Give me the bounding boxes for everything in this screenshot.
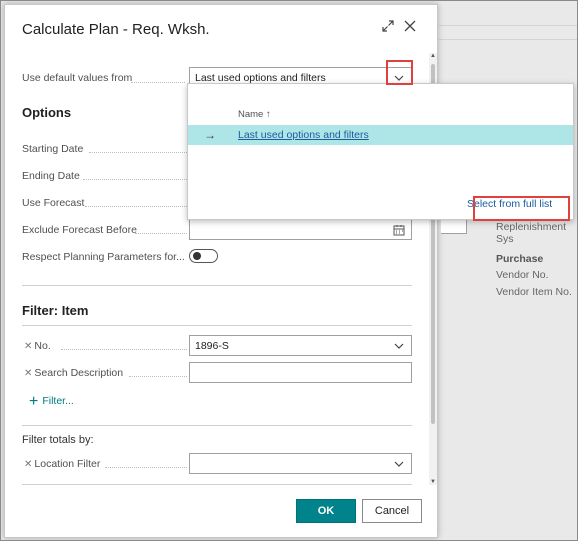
- cancel-button[interactable]: Cancel: [362, 499, 422, 523]
- leader-dots: [83, 179, 187, 180]
- full-list-highlight-box: [473, 196, 570, 221]
- dialog-title: Calculate Plan - Req. Wksh.: [22, 21, 210, 38]
- add-filter-text: Filter...: [42, 395, 74, 407]
- toggle-knob: [193, 252, 201, 260]
- chevron-highlight-box: [386, 60, 413, 85]
- search-desc-input[interactable]: [189, 362, 412, 383]
- location-label-text: Location Filter: [34, 458, 101, 470]
- dropdown-row[interactable]: → Last used options and filters: [188, 125, 573, 145]
- remove-filter-icon[interactable]: ✕: [24, 459, 32, 470]
- plus-icon: +: [29, 393, 39, 410]
- section-divider: [22, 325, 412, 326]
- sort-ascending-icon: ↑: [265, 109, 271, 120]
- add-filter-link[interactable]: + Filter...: [29, 393, 74, 411]
- background-divider: [439, 39, 577, 40]
- section-divider: [22, 484, 412, 485]
- filter-totals-header: Filter totals by:: [22, 434, 94, 446]
- ok-button[interactable]: OK: [296, 499, 356, 523]
- leader-dots: [89, 152, 187, 153]
- location-filter-select[interactable]: [189, 453, 412, 474]
- starting-date-label: Starting Date: [22, 143, 84, 155]
- bg-vendor-item-no-label: Vendor Item No.: [496, 286, 572, 298]
- scroll-up-icon[interactable]: ▲: [430, 53, 436, 59]
- leader-dots: [129, 376, 187, 377]
- remove-filter-icon[interactable]: ✕: [24, 341, 32, 352]
- section-divider: [22, 425, 412, 426]
- respect-planning-toggle[interactable]: [189, 249, 218, 263]
- dropdown-row-link[interactable]: Last used options and filters: [238, 129, 369, 141]
- filter-item-header: Filter: Item: [22, 303, 89, 318]
- close-icon[interactable]: [401, 19, 419, 37]
- exclude-forecast-label: Exclude Forecast Before: [22, 224, 137, 236]
- search-desc-label-text: Search Description: [34, 367, 124, 379]
- screenshot-frame: Replenishment Sys Purchase Vendor No. Ve…: [0, 0, 578, 541]
- use-default-label: Use default values from: [22, 72, 133, 84]
- leader-dots: [61, 349, 187, 350]
- background-divider: [439, 25, 577, 26]
- scroll-down-icon[interactable]: ▼: [430, 479, 436, 485]
- bg-replenishment-label: Replenishment Sys: [496, 221, 567, 245]
- name-column-text: Name: [238, 109, 264, 120]
- leader-dots: [131, 82, 185, 83]
- search-desc-filter-label: ✕ Search Description: [24, 367, 123, 379]
- leader-dots: [135, 233, 187, 234]
- remove-filter-icon[interactable]: ✕: [24, 368, 32, 379]
- calendar-icon[interactable]: [393, 224, 405, 236]
- location-filter-label: ✕ Location Filter: [24, 458, 100, 470]
- leader-dots: [85, 206, 187, 207]
- arrow-right-icon: →: [204, 128, 216, 142]
- ending-date-label: Ending Date: [22, 170, 80, 182]
- bg-purchase-header: Purchase: [496, 253, 544, 265]
- no-filter-select[interactable]: 1896-S: [189, 335, 412, 356]
- no-filter-label: ✕ No.: [24, 340, 51, 352]
- leader-dots: [105, 467, 187, 468]
- options-header: Options: [22, 105, 72, 120]
- section-divider: [22, 285, 412, 286]
- no-label-text: No.: [34, 340, 51, 352]
- name-column-header[interactable]: Name ↑: [238, 109, 271, 120]
- expand-icon[interactable]: [379, 19, 397, 37]
- respect-planning-label: Respect Planning Parameters for...: [22, 251, 185, 263]
- use-forecast-label: Use Forecast: [22, 197, 85, 209]
- chevron-down-icon[interactable]: [393, 340, 405, 352]
- bg-vendor-no-label: Vendor No.: [496, 269, 549, 281]
- no-filter-value: 1896-S: [195, 340, 229, 352]
- chevron-down-icon[interactable]: [393, 458, 405, 470]
- exclude-forecast-input[interactable]: [189, 219, 412, 240]
